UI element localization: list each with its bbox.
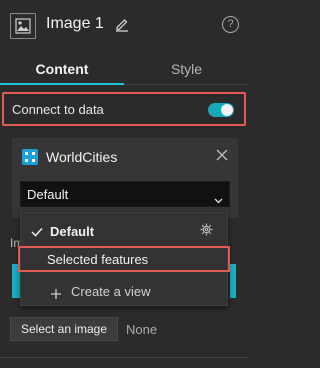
view-select[interactable]: Default	[20, 181, 230, 207]
widget-title: Image 1	[46, 15, 104, 32]
image-source-value: None	[126, 322, 158, 337]
view-dropdown-menu: Default Selected features Create a view	[18, 212, 230, 306]
menu-item-default[interactable]: Default	[21, 218, 227, 244]
tab-style[interactable]: Style	[124, 55, 249, 85]
panel-header: Image 1 ?	[0, 0, 249, 50]
plus-icon	[51, 286, 61, 304]
data-source-name: WorldCities	[46, 149, 118, 165]
data-source-card: WorldCities Default	[12, 138, 238, 218]
menu-item-selected-features[interactable]: Selected features	[18, 246, 230, 272]
menu-item-create-view[interactable]: Create a view	[21, 279, 227, 305]
menu-item-label: Create a view	[71, 284, 151, 299]
gear-icon[interactable]	[200, 223, 213, 241]
menu-item-label: Selected features	[47, 252, 149, 267]
tab-content[interactable]: Content	[0, 55, 124, 85]
chevron-down-icon	[214, 191, 223, 209]
check-icon	[31, 224, 43, 242]
datasource-icon	[22, 149, 38, 165]
select-image-button[interactable]: Select an image	[10, 317, 118, 341]
settings-panel: Image 1 ? Content Style Connect to data …	[0, 0, 249, 368]
menu-item-label: Default	[50, 224, 95, 239]
connect-to-data-row: Connect to data	[2, 92, 246, 126]
divider	[0, 357, 249, 358]
connect-label: Connect to data	[12, 102, 104, 117]
obscured-element-right	[230, 264, 236, 298]
tab-bar: Content Style	[0, 55, 249, 85]
close-icon[interactable]	[216, 148, 228, 166]
help-icon[interactable]: ?	[222, 16, 239, 33]
view-select-value: Default	[27, 187, 69, 202]
pencil-icon[interactable]	[114, 16, 130, 37]
toggle-knob	[221, 104, 233, 116]
image-icon	[10, 13, 36, 39]
connect-toggle[interactable]	[208, 103, 234, 117]
